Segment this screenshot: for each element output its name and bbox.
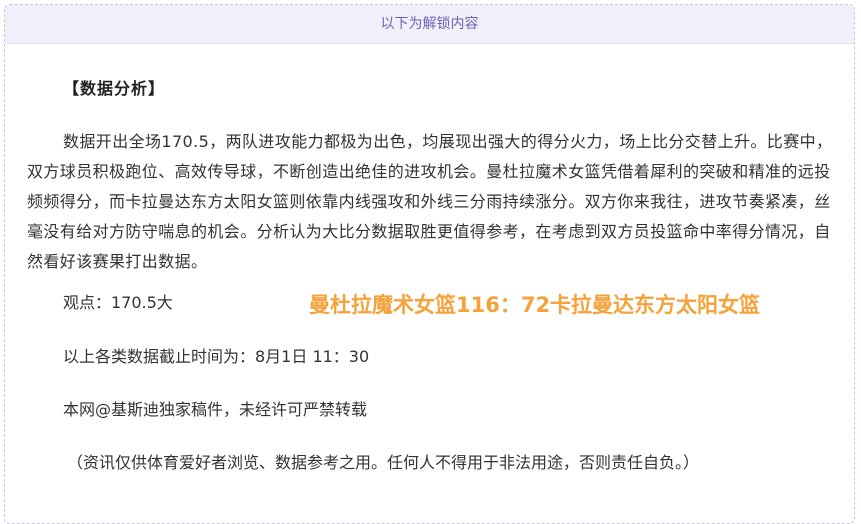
unlock-banner-text: 以下为解锁内容: [380, 16, 479, 32]
disclaimer-text: （资讯仅供体育爱好者浏览、数据参考之用。任何人不得用于非法用途，否则责任自负。）: [67, 453, 700, 472]
viewpoint-text: 观点：170.5大: [63, 293, 173, 312]
section-heading: 【数据分析】: [63, 79, 166, 98]
unlocked-content-card: 以下为解锁内容 【数据分析】 数据开出全场170.5，两队进攻能力都极为出色，均…: [4, 4, 855, 524]
analysis-paragraph: 数据开出全场170.5，两队进攻能力都极为出色，均展现出强大的得分火力，场上比分…: [27, 132, 833, 271]
deadline-text: 以上各类数据截止时间为：8月1日 11：30: [63, 347, 370, 366]
copyright-text: 本网@基斯迪独家稿件，未经许可严禁转载: [63, 400, 368, 419]
score-overlay: 曼杜拉魔术女篮116：72卡拉曼达东方太阳女篮: [309, 293, 761, 317]
unlock-banner: 以下为解锁内容: [5, 5, 854, 44]
